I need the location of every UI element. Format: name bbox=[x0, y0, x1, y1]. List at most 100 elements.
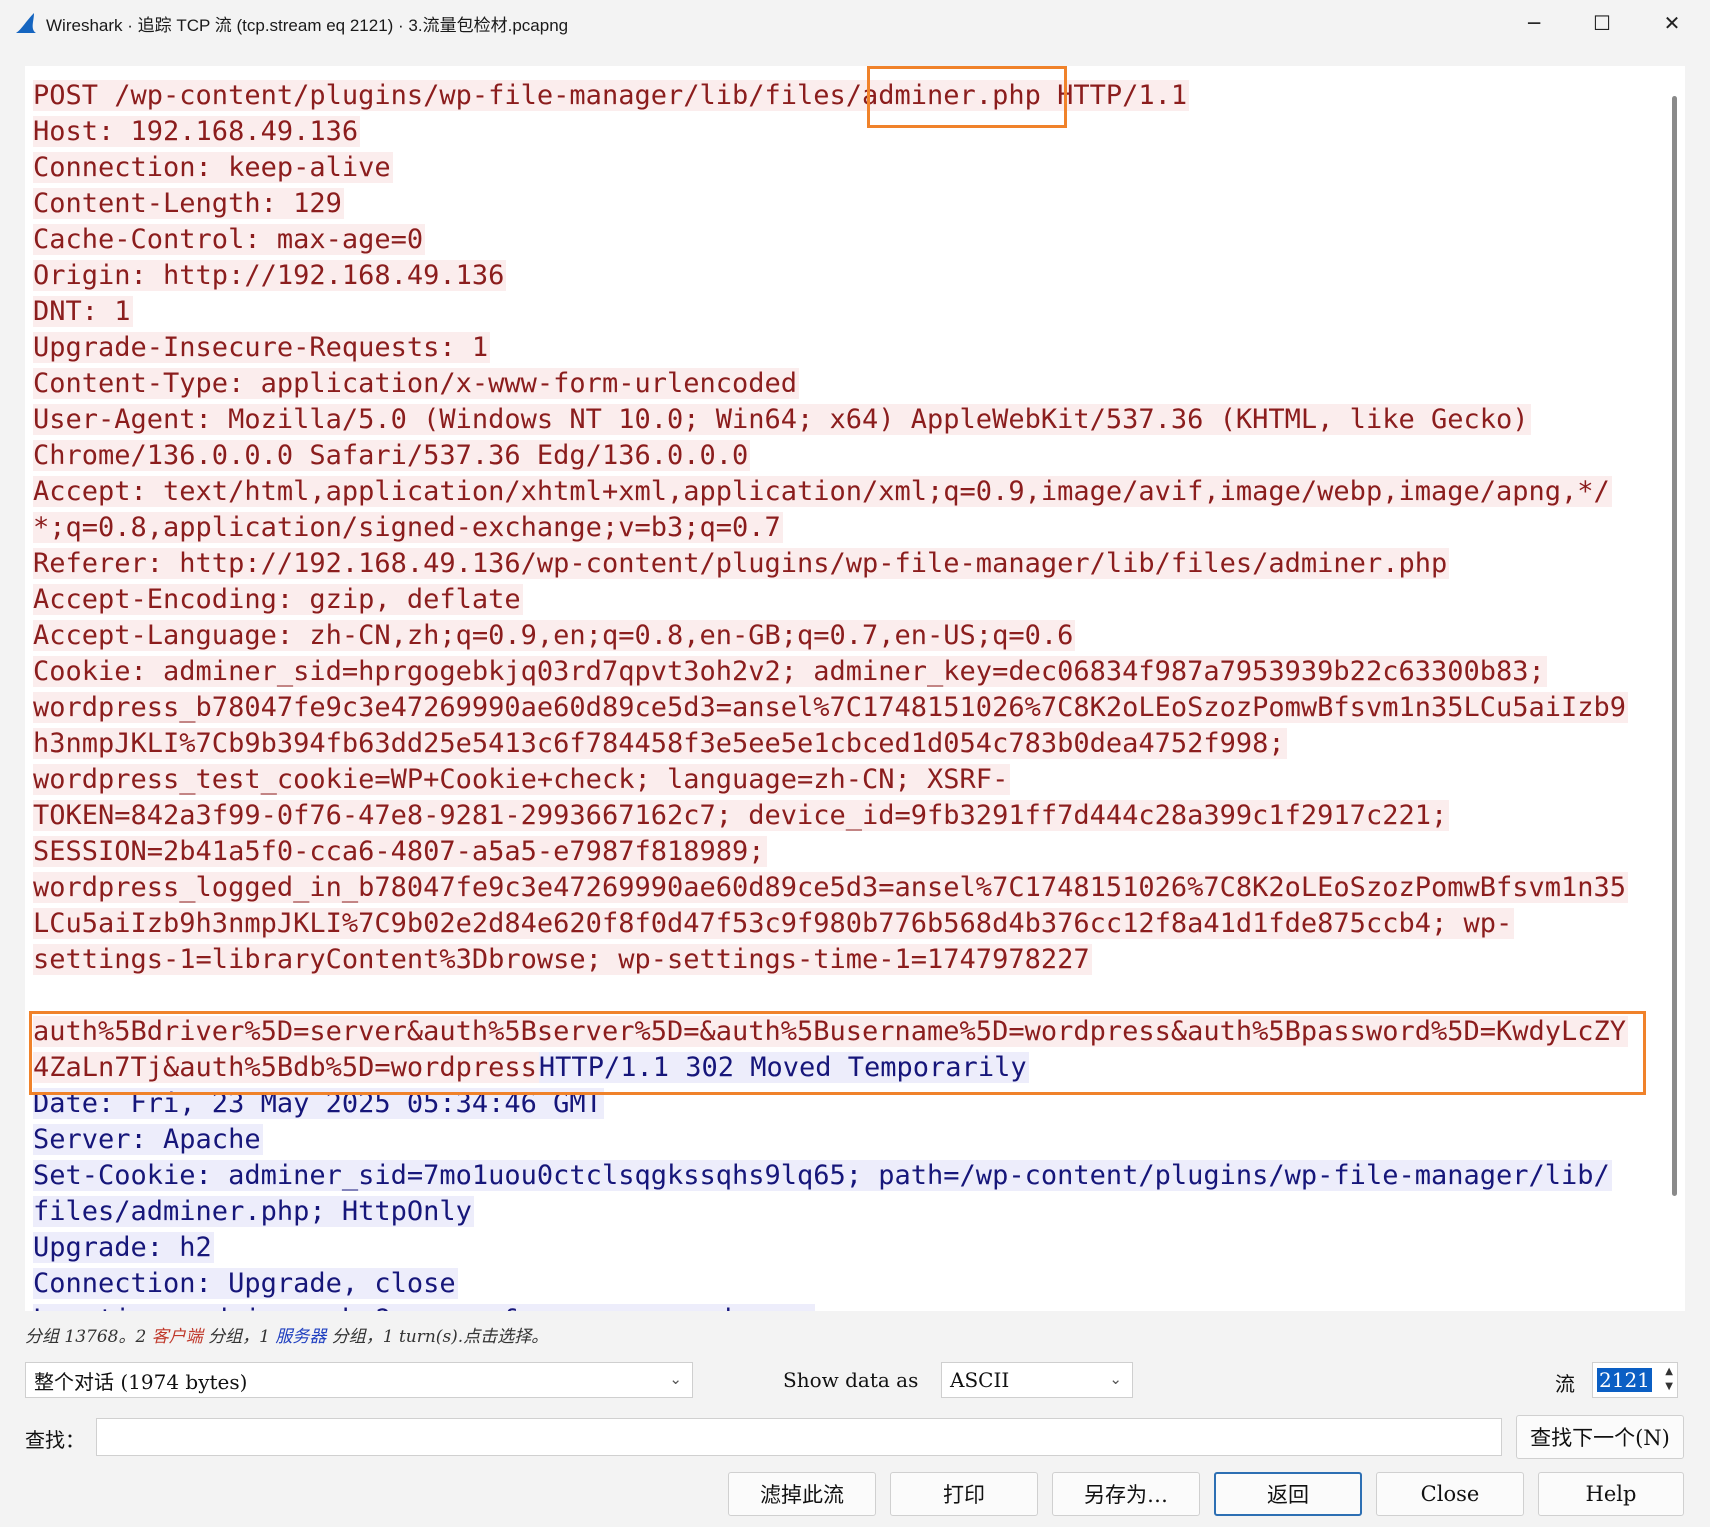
client-line: SESSION=2b41a5f0-cca6-4807-a5a5-e7987f81… bbox=[33, 834, 1668, 870]
close-window-button[interactable]: ✕ bbox=[1638, 0, 1706, 46]
stream-label: 流 bbox=[1555, 1372, 1575, 1396]
client-line: POST /wp-content/plugins/wp-file-manager… bbox=[33, 78, 1668, 114]
back-button[interactable]: 返回 bbox=[1214, 1472, 1362, 1516]
conversation-select[interactable]: 整个对话 (1974 bytes) ⌄ bbox=[25, 1362, 693, 1398]
client-line-text: Connection: keep-alive bbox=[33, 152, 393, 183]
status-mid: 分组，1 bbox=[202, 1327, 276, 1347]
status-client: 客户端 bbox=[151, 1327, 203, 1347]
client-line: Chrome/136.0.0.0 Safari/537.36 Edg/136.0… bbox=[33, 438, 1668, 474]
client-line-text: wordpress_b78047fe9c3e47269990ae60d89ce5… bbox=[33, 692, 1629, 723]
chevron-down-icon: ⌄ bbox=[669, 1370, 682, 1388]
client-line: Upgrade-Insecure-Requests: 1 bbox=[33, 330, 1668, 366]
title-bar: Wireshark · 追踪 TCP 流 (tcp.stream eq 2121… bbox=[0, 0, 1710, 46]
client-line: Connection: keep-alive bbox=[33, 150, 1668, 186]
maximize-button[interactable]: ☐ bbox=[1568, 0, 1636, 46]
save-as-button[interactable]: 另存为… bbox=[1052, 1472, 1200, 1516]
packet-status-text: 分组 13768。2 客户端 分组，1 服务器 分组，1 turn(s).点击选… bbox=[25, 1322, 548, 1347]
stream-content[interactable]: POST /wp-content/plugins/wp-file-manager… bbox=[25, 66, 1685, 1311]
help-button[interactable]: Help bbox=[1538, 1472, 1684, 1516]
show-data-as-select[interactable]: ASCII ⌄ bbox=[941, 1362, 1133, 1398]
client-line-text: Cache-Control: max-age=0 bbox=[33, 224, 426, 255]
stream-lines: POST /wp-content/plugins/wp-file-manager… bbox=[33, 78, 1668, 1311]
client-line: Accept-Language: zh-CN,zh;q=0.9,en;q=0.8… bbox=[33, 618, 1668, 654]
client-line: Content-Length: 129 bbox=[33, 186, 1668, 222]
show-data-as-value: ASCII bbox=[950, 1368, 1010, 1392]
client-line-text: POST /wp-content/plugins/wp-file-manager… bbox=[33, 80, 1190, 111]
status-server: 服务器 bbox=[275, 1327, 327, 1347]
window-title: Wireshark · 追踪 TCP 流 (tcp.stream eq 2121… bbox=[46, 16, 569, 35]
find-input[interactable] bbox=[96, 1418, 1502, 1456]
find-next-button[interactable]: 查找下一个(N) bbox=[1516, 1415, 1684, 1459]
server-line-text: Date: Fri, 23 May 2025 05:34:46 GMT bbox=[33, 1088, 604, 1119]
client-line-text: Referer: http://192.168.49.136/wp-conten… bbox=[33, 548, 1450, 579]
client-line: *;q=0.8,application/signed-exchange;v=b3… bbox=[33, 510, 1668, 546]
scrollbar-thumb[interactable] bbox=[1672, 96, 1677, 1196]
server-line-text: Location: adminer.php?server=&username=w… bbox=[33, 1304, 816, 1311]
client-line-text: h3nmpJKLI%7Cb9b394fb63dd25e5413c6f784458… bbox=[33, 728, 1287, 759]
client-line-text: wordpress_test_cookie=WP+Cookie+check; l… bbox=[33, 764, 1011, 795]
client-line-text: Content-Length: 129 bbox=[33, 188, 344, 219]
post-body-line-text: auth%5Bdriver%5D=server&auth%5Bserver%5D… bbox=[33, 1016, 1629, 1047]
post-body-line: auth%5Bdriver%5D=server&auth%5Bserver%5D… bbox=[33, 1014, 1668, 1050]
server-line: Connection: Upgrade, close bbox=[33, 1266, 1668, 1302]
chevron-down-icon: ⌄ bbox=[1109, 1370, 1122, 1388]
client-line-text: Host: 192.168.49.136 bbox=[33, 116, 361, 147]
client-line: Referer: http://192.168.49.136/wp-conten… bbox=[33, 546, 1668, 582]
client-line-text: Accept: text/html,application/xhtml+xml,… bbox=[33, 476, 1612, 507]
server-line-text: Set-Cookie: adminer_sid=7mo1uou0ctclsqgk… bbox=[33, 1160, 1612, 1191]
spin-down-icon[interactable]: ▼ bbox=[1665, 1381, 1673, 1392]
client-line-text: TOKEN=842a3f99-0f76-47e8-9281-2993667162… bbox=[33, 800, 1450, 831]
spin-up-icon[interactable]: ▲ bbox=[1665, 1366, 1673, 1377]
server-line-text: files/adminer.php; HttpOnly bbox=[33, 1196, 474, 1227]
post-body-end: 4ZaLn7Tj&auth%5Bdb%5D=wordpress bbox=[33, 1052, 539, 1083]
client-line-text: *;q=0.8,application/signed-exchange;v=b3… bbox=[33, 512, 783, 543]
server-line: Date: Fri, 23 May 2025 05:34:46 GMT bbox=[33, 1086, 1668, 1122]
client-line-text: Chrome/136.0.0.0 Safari/537.36 Edg/136.0… bbox=[33, 440, 751, 471]
server-line-text: Upgrade: h2 bbox=[33, 1232, 214, 1263]
client-line-text: DNT: 1 bbox=[33, 296, 133, 327]
client-line-text: settings-1=libraryContent%3Dbrowse; wp-s… bbox=[33, 944, 1092, 975]
wireshark-fin-icon bbox=[16, 13, 36, 33]
server-line: Location: adminer.php?server=&username=w… bbox=[33, 1302, 1668, 1311]
client-line: Host: 192.168.49.136 bbox=[33, 114, 1668, 150]
client-line-text: Origin: http://192.168.49.136 bbox=[33, 260, 507, 291]
client-line-text: Upgrade-Insecure-Requests: 1 bbox=[33, 332, 491, 363]
client-line-text: User-Agent: Mozilla/5.0 (Windows NT 10.0… bbox=[33, 404, 1531, 435]
vertical-scrollbar[interactable] bbox=[1664, 66, 1684, 1311]
client-line: Cache-Control: max-age=0 bbox=[33, 222, 1668, 258]
client-line: Accept-Encoding: gzip, deflate bbox=[33, 582, 1668, 618]
client-line-text: SESSION=2b41a5f0-cca6-4807-a5a5-e7987f81… bbox=[33, 836, 767, 867]
status-suffix: 分组，1 turn(s).点击选择。 bbox=[326, 1327, 549, 1347]
client-line: Content-Type: application/x-www-form-url… bbox=[33, 366, 1668, 402]
filter-out-button[interactable]: 滤掉此流 bbox=[728, 1472, 876, 1516]
stream-number-spinbox[interactable]: 2121 ▲ ▼ bbox=[1592, 1362, 1678, 1398]
conversation-value: 整个对话 (1974 bytes) bbox=[34, 1369, 248, 1394]
client-line-text: Content-Type: application/x-www-form-url… bbox=[33, 368, 800, 399]
client-line-text: Cookie: adminer_sid=hprgogebkjq03rd7qpvt… bbox=[33, 656, 1547, 687]
close-button[interactable]: Close bbox=[1376, 1472, 1524, 1516]
client-line-text: Accept-Language: zh-CN,zh;q=0.9,en;q=0.8… bbox=[33, 620, 1076, 651]
client-line: h3nmpJKLI%7Cb9b394fb63dd25e5413c6f784458… bbox=[33, 726, 1668, 762]
client-line: wordpress_logged_in_b78047fe9c3e47269990… bbox=[33, 870, 1668, 906]
client-line: Origin: http://192.168.49.136 bbox=[33, 258, 1668, 294]
client-line-text: wordpress_logged_in_b78047fe9c3e47269990… bbox=[33, 872, 1629, 903]
stream-number-value[interactable]: 2121 bbox=[1597, 1368, 1652, 1392]
find-label: 查找： bbox=[25, 1428, 85, 1452]
server-line-text: Connection: Upgrade, close bbox=[33, 1268, 458, 1299]
response-status-line: HTTP/1.1 302 Moved Temporarily bbox=[538, 1052, 1029, 1083]
server-line-text: Server: Apache bbox=[33, 1124, 263, 1155]
server-line: files/adminer.php; HttpOnly bbox=[33, 1194, 1668, 1230]
minimize-button[interactable]: ─ bbox=[1500, 0, 1568, 46]
server-line: Server: Apache bbox=[33, 1122, 1668, 1158]
client-line: LCu5aiIzb9h3nmpJKLI%7C9b02e2d84e620f8f0d… bbox=[33, 906, 1668, 942]
mixed-line: 4ZaLn7Tj&auth%5Bdb%5D=wordpressHTTP/1.1 … bbox=[33, 1050, 1668, 1086]
server-line: Set-Cookie: adminer_sid=7mo1uou0ctclsqgk… bbox=[33, 1158, 1668, 1194]
client-line: settings-1=libraryContent%3Dbrowse; wp-s… bbox=[33, 942, 1668, 978]
client-line-text: Accept-Encoding: gzip, deflate bbox=[33, 584, 523, 615]
client-line: DNT: 1 bbox=[33, 294, 1668, 330]
client-line: Cookie: adminer_sid=hprgogebkjq03rd7qpvt… bbox=[33, 654, 1668, 690]
client-line: wordpress_b78047fe9c3e47269990ae60d89ce5… bbox=[33, 690, 1668, 726]
client-line: TOKEN=842a3f99-0f76-47e8-9281-2993667162… bbox=[33, 798, 1668, 834]
print-button[interactable]: 打印 bbox=[890, 1472, 1038, 1516]
